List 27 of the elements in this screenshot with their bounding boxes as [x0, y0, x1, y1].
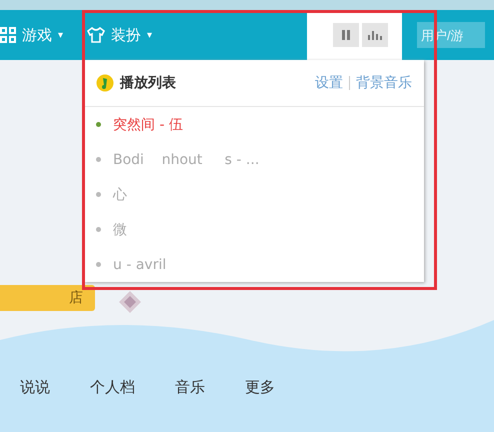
song-title[interactable]: u - avril	[113, 256, 166, 272]
shirt-icon	[87, 27, 106, 43]
games-menu[interactable]: 游戏 ▾	[0, 10, 70, 60]
menu-label: 装扮	[111, 26, 142, 44]
equalizer-icon	[368, 30, 382, 40]
pause-button[interactable]	[333, 23, 360, 47]
song-title[interactable]: Bodi nhout s - ...	[113, 152, 260, 168]
caret-icon: ▾	[58, 30, 64, 40]
nav-link[interactable]: 说说	[20, 378, 50, 397]
menu-label: 游戏	[22, 26, 52, 44]
song-title[interactable]: 突然间 - 伍	[113, 116, 183, 134]
playlist-title: 播放列表	[120, 74, 177, 92]
caret-icon: ▾	[147, 30, 152, 40]
diamond-icon	[118, 290, 142, 314]
nav-link[interactable]: 音乐	[175, 378, 205, 397]
equalizer-button[interactable]	[362, 23, 388, 47]
music-logo-icon	[96, 74, 114, 92]
pause-icon	[342, 30, 350, 40]
panel-link[interactable]: 背景音乐	[356, 74, 412, 92]
panel-link[interactable]: 设置	[315, 74, 343, 92]
grid-icon	[0, 27, 16, 43]
song-title[interactable]: 微	[113, 220, 127, 238]
nav-link[interactable]: 更多	[245, 378, 275, 397]
shop-badge[interactable]: 店	[0, 285, 95, 311]
nav-link[interactable]: 个人档	[90, 378, 135, 397]
song-title[interactable]: 心	[113, 186, 127, 204]
dress-up-menu[interactable]: 装扮 ▾	[69, 10, 308, 60]
